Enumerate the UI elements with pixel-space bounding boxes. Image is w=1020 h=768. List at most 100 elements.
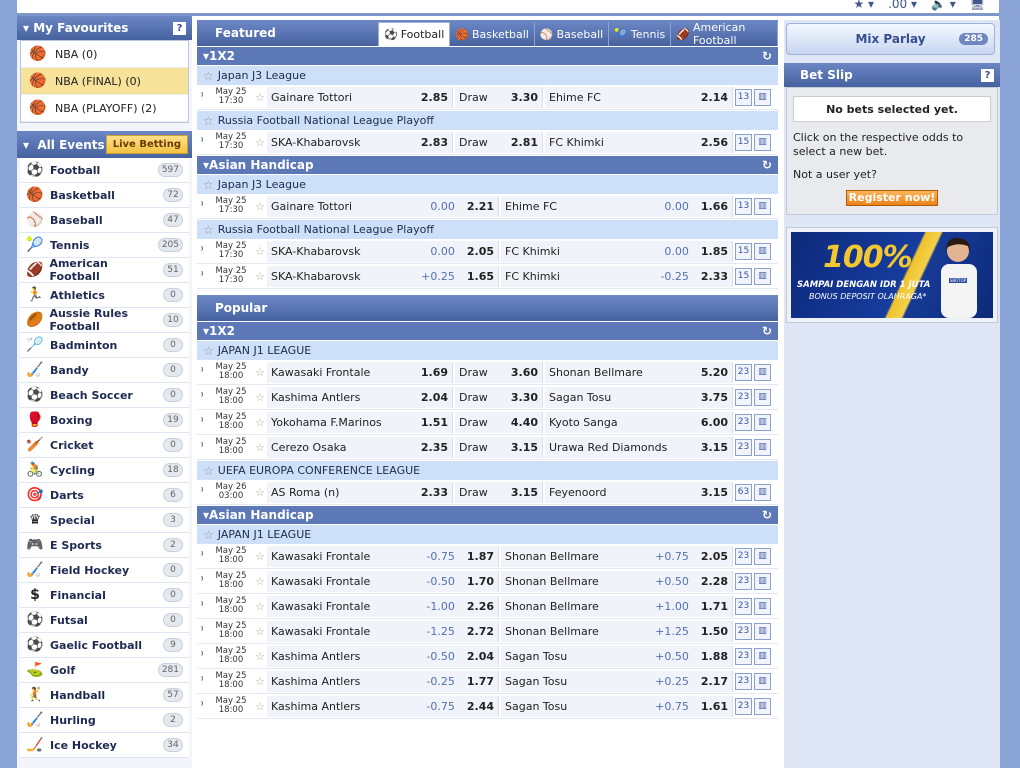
sport-item-special[interactable]: ♛ Special 3	[20, 508, 189, 533]
stats-icon[interactable]: ⁾	[197, 551, 207, 561]
stats-icon[interactable]: ⁾	[197, 201, 207, 211]
draw-odds-cell[interactable]: Draw 3.15	[455, 436, 543, 458]
favourite-star-icon[interactable]: ☆	[255, 700, 267, 713]
live-betting-button[interactable]: Live Betting	[105, 135, 188, 154]
favourite-item[interactable]: 🏀 NBA (PLAYOFF) (2)	[21, 95, 188, 122]
favourite-star-icon[interactable]: ☆	[255, 625, 267, 638]
sport-item-boxing[interactable]: 🥊 Boxing 19	[20, 408, 189, 433]
more-bets-button[interactable]: 15	[735, 267, 752, 285]
tab-tennis[interactable]: 🎾 Tennis	[609, 22, 672, 46]
away-handicap-cell[interactable]: Shonan Bellmare +0.50 2.28	[501, 570, 733, 592]
home-odds-cell[interactable]: Gainare Tottori 2.85	[267, 86, 453, 108]
star-icon[interactable]: ☆	[203, 464, 214, 478]
stats-icon[interactable]: ⁾	[197, 367, 207, 377]
home-odds-cell[interactable]: Kashima Antlers 2.04	[267, 386, 453, 408]
chart-icon[interactable]: ▥	[754, 242, 771, 260]
bet-type-header[interactable]: ▾ Asian Handicap ↻	[197, 156, 778, 174]
star-icon[interactable]: ☆	[203, 178, 214, 192]
home-handicap-cell[interactable]: Kashima Antlers -0.25 1.77	[267, 670, 499, 692]
home-handicap-cell[interactable]: SKA-Khabarovsk +0.25 1.65	[267, 265, 499, 287]
star-icon[interactable]: ☆	[203, 223, 214, 237]
favourites-header[interactable]: ▾ My Favourites ?	[17, 16, 192, 40]
sport-item-cricket[interactable]: 🏏 Cricket 0	[20, 433, 189, 458]
stats-icon[interactable]: ⁾	[197, 701, 207, 711]
refresh-icon[interactable]: ↻	[762, 508, 772, 522]
refresh-icon[interactable]: ↻	[762, 49, 772, 63]
away-odds-cell[interactable]: Shonan Bellmare 5.20	[545, 361, 733, 383]
sport-item-aussie-rules-football[interactable]: 🏉 Aussie Rules Football 10	[20, 307, 189, 333]
more-bets-button[interactable]: 23	[735, 388, 752, 406]
more-bets-button[interactable]: 23	[735, 697, 752, 715]
toolbar-item[interactable]: ★ ▾	[853, 0, 874, 11]
star-icon[interactable]: ☆	[203, 344, 214, 358]
mix-parlay-button[interactable]: Mix Parlay 285	[786, 23, 995, 55]
home-handicap-cell[interactable]: Kawasaki Frontale -0.75 1.87	[267, 545, 499, 567]
more-bets-button[interactable]: 23	[735, 438, 752, 456]
sport-item-baseball[interactable]: ⚾ Baseball 47	[20, 208, 189, 233]
stats-icon[interactable]: ⁾	[197, 271, 207, 281]
away-odds-cell[interactable]: Feyenoord 3.15	[545, 481, 733, 503]
favourite-star-icon[interactable]: ☆	[255, 270, 267, 283]
favourite-star-icon[interactable]: ☆	[255, 650, 267, 663]
chart-icon[interactable]: ▥	[754, 597, 771, 615]
home-odds-cell[interactable]: Kawasaki Frontale 1.69	[267, 361, 453, 383]
chart-icon[interactable]: ▥	[754, 267, 771, 285]
chart-icon[interactable]: ▥	[754, 197, 771, 215]
sport-item-golf[interactable]: ⛳ Golf 281	[20, 658, 189, 683]
away-handicap-cell[interactable]: FC Khimki -0.25 2.33	[501, 265, 733, 287]
stats-icon[interactable]: ⁾	[197, 92, 207, 102]
favourite-star-icon[interactable]: ☆	[255, 575, 267, 588]
away-handicap-cell[interactable]: Sagan Tosu +0.25 2.17	[501, 670, 733, 692]
favourite-star-icon[interactable]: ☆	[255, 200, 267, 213]
stats-icon[interactable]: ⁾	[197, 601, 207, 611]
favourite-star-icon[interactable]: ☆	[255, 675, 267, 688]
more-bets-button[interactable]: 13	[735, 88, 752, 106]
toolbar-item[interactable]: .00 ▾	[888, 0, 917, 11]
draw-odds-cell[interactable]: Draw 2.81	[455, 131, 543, 153]
stats-icon[interactable]: ⁾	[197, 676, 207, 686]
sport-item-basketball[interactable]: 🏀 Basketball 72	[20, 183, 189, 208]
away-handicap-cell[interactable]: FC Khimki 0.00 1.85	[501, 240, 733, 262]
home-handicap-cell[interactable]: Kawasaki Frontale -0.50 1.70	[267, 570, 499, 592]
favourite-star-icon[interactable]: ☆	[255, 416, 267, 429]
favourite-item[interactable]: 🏀 NBA (0)	[21, 41, 188, 68]
chart-icon[interactable]: ▥	[754, 622, 771, 640]
favourite-star-icon[interactable]: ☆	[255, 391, 267, 404]
more-bets-button[interactable]: 23	[735, 647, 752, 665]
more-bets-button[interactable]: 23	[735, 363, 752, 381]
away-odds-cell[interactable]: Sagan Tosu 3.75	[545, 386, 733, 408]
sport-item-field-hockey[interactable]: 🏑 Field Hockey 0	[20, 558, 189, 583]
stats-icon[interactable]: ⁾	[197, 626, 207, 636]
more-bets-button[interactable]: 23	[735, 572, 752, 590]
chart-icon[interactable]: ▥	[754, 672, 771, 690]
toolbar-item[interactable]: 🖥	[970, 0, 985, 11]
away-handicap-cell[interactable]: Shonan Bellmare +0.75 2.05	[501, 545, 733, 567]
favourite-star-icon[interactable]: ☆	[255, 136, 267, 149]
draw-odds-cell[interactable]: Draw 3.15	[455, 481, 543, 503]
favourite-item[interactable]: 🏀 NBA (FINAL) (0)	[21, 68, 188, 95]
star-icon[interactable]: ☆	[203, 528, 214, 542]
away-odds-cell[interactable]: Kyoto Sanga 6.00	[545, 411, 733, 433]
stats-icon[interactable]: ⁾	[197, 442, 207, 452]
chart-icon[interactable]: ▥	[754, 388, 771, 406]
away-handicap-cell[interactable]: Shonan Bellmare +1.25 1.50	[501, 620, 733, 642]
sport-item-american-football[interactable]: 🏈 American Football 51	[20, 257, 189, 283]
home-handicap-cell[interactable]: Gainare Tottori 0.00 2.21	[267, 195, 499, 217]
sport-item-athletics[interactable]: 🏃 Athletics 0	[20, 283, 189, 308]
stats-icon[interactable]: ⁾	[197, 246, 207, 256]
stats-icon[interactable]: ⁾	[197, 137, 207, 147]
more-bets-button[interactable]: 15	[735, 242, 752, 260]
chart-icon[interactable]: ▥	[754, 547, 771, 565]
favourite-star-icon[interactable]: ☆	[255, 245, 267, 258]
draw-odds-cell[interactable]: Draw 3.30	[455, 86, 543, 108]
chart-icon[interactable]: ▥	[754, 438, 771, 456]
tab-basketball[interactable]: 🏀 Basketball	[450, 22, 535, 46]
favourite-star-icon[interactable]: ☆	[255, 600, 267, 613]
refresh-icon[interactable]: ↻	[762, 158, 772, 172]
toolbar-item[interactable]: 🔈 ▾	[931, 0, 956, 11]
sport-item-financial[interactable]: $ Financial 0	[20, 583, 189, 608]
tab-american-football[interactable]: 🏈 American Football	[671, 21, 778, 47]
stats-icon[interactable]: ⁾	[197, 576, 207, 586]
favourite-star-icon[interactable]: ☆	[255, 441, 267, 454]
more-bets-button[interactable]: 23	[735, 597, 752, 615]
